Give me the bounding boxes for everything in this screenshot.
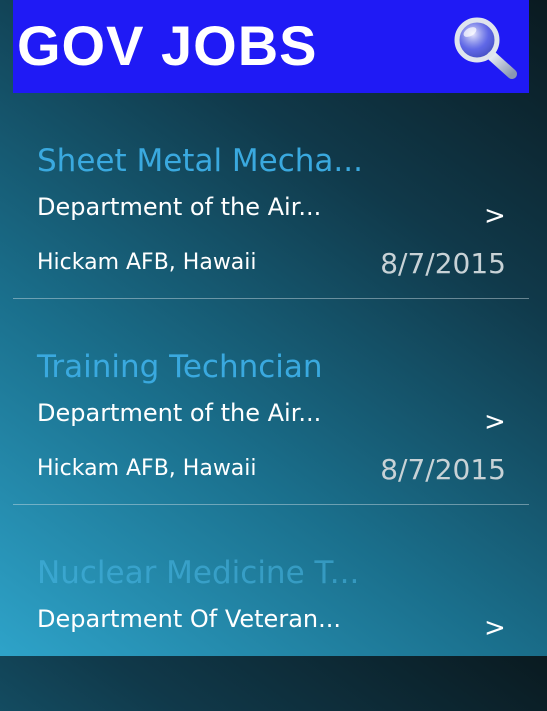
app-header: GOV JOBS [13,0,529,93]
job-list-item[interactable]: Training Techncian Department of the Air… [0,299,547,505]
job-location: Hickam AFB, Hawaii [37,456,257,481]
job-list-item[interactable]: Sheet Metal Mecha... Department of the A… [0,93,547,299]
job-title: Nuclear Medicine T... [37,555,360,591]
job-date: 8/7/2015 [380,247,506,280]
job-title: Training Techncian [37,349,323,385]
job-list-item[interactable]: Nuclear Medicine T... Department Of Vete… [0,505,547,711]
search-button[interactable] [449,14,519,80]
job-date: 8/7/2015 [380,453,506,486]
job-location: Hickam AFB, Hawaii [37,250,257,275]
job-title: Sheet Metal Mecha... [37,143,363,179]
chevron-right-icon: > [484,407,506,437]
job-list: Sheet Metal Mecha... Department of the A… [0,93,547,711]
job-department: Department Of Veteran... [37,605,341,633]
chevron-right-icon: > [484,613,506,643]
job-department: Department of the Air... [37,193,322,221]
search-icon [454,17,517,79]
chevron-right-icon: > [484,201,506,231]
app-title: GOV JOBS [17,14,318,77]
job-department: Department of the Air... [37,399,322,427]
